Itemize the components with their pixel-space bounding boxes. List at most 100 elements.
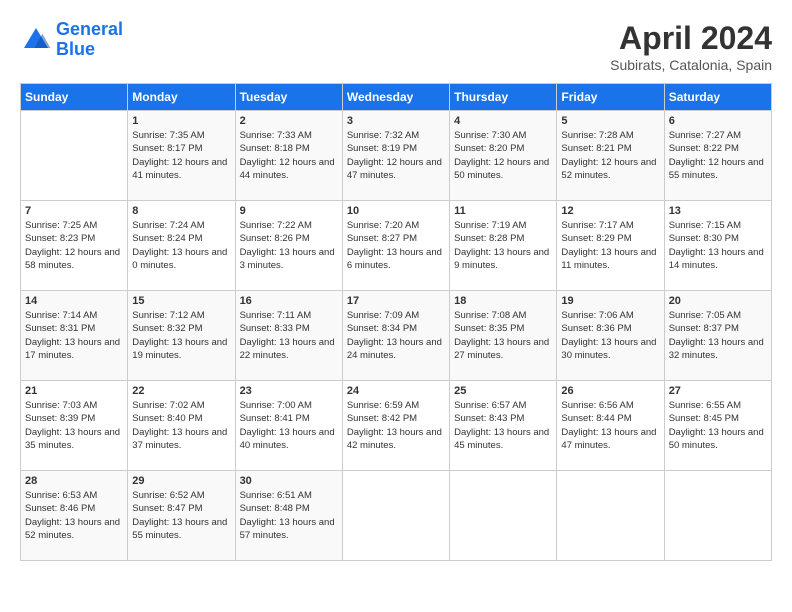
day-number: 2 xyxy=(240,115,338,127)
day-number: 22 xyxy=(132,385,230,397)
day-number: 19 xyxy=(561,295,659,307)
day-info: Sunrise: 6:53 AMSunset: 8:46 PMDaylight:… xyxy=(25,489,123,542)
header-tuesday: Tuesday xyxy=(235,84,342,111)
day-number: 5 xyxy=(561,115,659,127)
day-info: Sunrise: 7:27 AMSunset: 8:22 PMDaylight:… xyxy=(669,129,767,182)
day-info: Sunrise: 6:56 AMSunset: 8:44 PMDaylight:… xyxy=(561,399,659,452)
header-wednesday: Wednesday xyxy=(342,84,449,111)
day-info: Sunrise: 6:57 AMSunset: 8:43 PMDaylight:… xyxy=(454,399,552,452)
calendar-cell: 27 Sunrise: 6:55 AMSunset: 8:45 PMDaylig… xyxy=(664,381,771,471)
day-info: Sunrise: 7:06 AMSunset: 8:36 PMDaylight:… xyxy=(561,309,659,362)
calendar-cell: 4 Sunrise: 7:30 AMSunset: 8:20 PMDayligh… xyxy=(450,111,557,201)
day-number: 14 xyxy=(25,295,123,307)
day-info: Sunrise: 7:30 AMSunset: 8:20 PMDaylight:… xyxy=(454,129,552,182)
logo: General Blue xyxy=(20,20,123,60)
title-block: April 2024 Subirats, Catalonia, Spain xyxy=(610,20,772,73)
calendar-cell: 17 Sunrise: 7:09 AMSunset: 8:34 PMDaylig… xyxy=(342,291,449,381)
day-number: 10 xyxy=(347,205,445,217)
day-number: 3 xyxy=(347,115,445,127)
calendar-week-4: 21 Sunrise: 7:03 AMSunset: 8:39 PMDaylig… xyxy=(21,381,772,471)
location: Subirats, Catalonia, Spain xyxy=(610,57,772,73)
header-friday: Friday xyxy=(557,84,664,111)
calendar-cell: 19 Sunrise: 7:06 AMSunset: 8:36 PMDaylig… xyxy=(557,291,664,381)
day-info: Sunrise: 6:55 AMSunset: 8:45 PMDaylight:… xyxy=(669,399,767,452)
calendar-cell: 23 Sunrise: 7:00 AMSunset: 8:41 PMDaylig… xyxy=(235,381,342,471)
day-info: Sunrise: 7:03 AMSunset: 8:39 PMDaylight:… xyxy=(25,399,123,452)
day-info: Sunrise: 7:00 AMSunset: 8:41 PMDaylight:… xyxy=(240,399,338,452)
calendar-cell xyxy=(664,471,771,561)
day-number: 26 xyxy=(561,385,659,397)
calendar-cell: 5 Sunrise: 7:28 AMSunset: 8:21 PMDayligh… xyxy=(557,111,664,201)
calendar-cell: 26 Sunrise: 6:56 AMSunset: 8:44 PMDaylig… xyxy=(557,381,664,471)
calendar-header-row: SundayMondayTuesdayWednesdayThursdayFrid… xyxy=(21,84,772,111)
day-number: 24 xyxy=(347,385,445,397)
calendar-cell: 22 Sunrise: 7:02 AMSunset: 8:40 PMDaylig… xyxy=(128,381,235,471)
day-number: 21 xyxy=(25,385,123,397)
calendar-cell: 20 Sunrise: 7:05 AMSunset: 8:37 PMDaylig… xyxy=(664,291,771,381)
day-number: 25 xyxy=(454,385,552,397)
calendar-week-5: 28 Sunrise: 6:53 AMSunset: 8:46 PMDaylig… xyxy=(21,471,772,561)
header-saturday: Saturday xyxy=(664,84,771,111)
day-number: 18 xyxy=(454,295,552,307)
day-number: 8 xyxy=(132,205,230,217)
day-info: Sunrise: 7:32 AMSunset: 8:19 PMDaylight:… xyxy=(347,129,445,182)
day-info: Sunrise: 7:17 AMSunset: 8:29 PMDaylight:… xyxy=(561,219,659,272)
calendar-cell: 2 Sunrise: 7:33 AMSunset: 8:18 PMDayligh… xyxy=(235,111,342,201)
day-info: Sunrise: 7:14 AMSunset: 8:31 PMDaylight:… xyxy=(25,309,123,362)
day-info: Sunrise: 7:19 AMSunset: 8:28 PMDaylight:… xyxy=(454,219,552,272)
calendar-cell: 7 Sunrise: 7:25 AMSunset: 8:23 PMDayligh… xyxy=(21,201,128,291)
day-number: 4 xyxy=(454,115,552,127)
day-info: Sunrise: 7:22 AMSunset: 8:26 PMDaylight:… xyxy=(240,219,338,272)
day-info: Sunrise: 7:35 AMSunset: 8:17 PMDaylight:… xyxy=(132,129,230,182)
day-info: Sunrise: 7:02 AMSunset: 8:40 PMDaylight:… xyxy=(132,399,230,452)
calendar-week-2: 7 Sunrise: 7:25 AMSunset: 8:23 PMDayligh… xyxy=(21,201,772,291)
day-number: 9 xyxy=(240,205,338,217)
day-number: 7 xyxy=(25,205,123,217)
day-number: 13 xyxy=(669,205,767,217)
day-number: 29 xyxy=(132,475,230,487)
calendar-cell xyxy=(342,471,449,561)
logo-line1: General xyxy=(56,19,123,39)
day-number: 15 xyxy=(132,295,230,307)
logo-line2: Blue xyxy=(56,40,123,60)
header-sunday: Sunday xyxy=(21,84,128,111)
calendar-cell: 1 Sunrise: 7:35 AMSunset: 8:17 PMDayligh… xyxy=(128,111,235,201)
calendar-cell: 21 Sunrise: 7:03 AMSunset: 8:39 PMDaylig… xyxy=(21,381,128,471)
calendar-cell: 9 Sunrise: 7:22 AMSunset: 8:26 PMDayligh… xyxy=(235,201,342,291)
day-info: Sunrise: 7:12 AMSunset: 8:32 PMDaylight:… xyxy=(132,309,230,362)
day-info: Sunrise: 7:25 AMSunset: 8:23 PMDaylight:… xyxy=(25,219,123,272)
day-number: 17 xyxy=(347,295,445,307)
calendar-cell: 8 Sunrise: 7:24 AMSunset: 8:24 PMDayligh… xyxy=(128,201,235,291)
calendar-cell: 3 Sunrise: 7:32 AMSunset: 8:19 PMDayligh… xyxy=(342,111,449,201)
day-number: 20 xyxy=(669,295,767,307)
day-number: 27 xyxy=(669,385,767,397)
calendar-cell: 18 Sunrise: 7:08 AMSunset: 8:35 PMDaylig… xyxy=(450,291,557,381)
calendar-cell: 29 Sunrise: 6:52 AMSunset: 8:47 PMDaylig… xyxy=(128,471,235,561)
calendar-cell: 25 Sunrise: 6:57 AMSunset: 8:43 PMDaylig… xyxy=(450,381,557,471)
calendar-cell xyxy=(450,471,557,561)
day-info: Sunrise: 7:15 AMSunset: 8:30 PMDaylight:… xyxy=(669,219,767,272)
day-info: Sunrise: 7:20 AMSunset: 8:27 PMDaylight:… xyxy=(347,219,445,272)
page-header: General Blue April 2024 Subirats, Catalo… xyxy=(20,20,772,73)
day-info: Sunrise: 7:11 AMSunset: 8:33 PMDaylight:… xyxy=(240,309,338,362)
calendar-cell: 16 Sunrise: 7:11 AMSunset: 8:33 PMDaylig… xyxy=(235,291,342,381)
day-number: 6 xyxy=(669,115,767,127)
day-number: 11 xyxy=(454,205,552,217)
day-info: Sunrise: 7:05 AMSunset: 8:37 PMDaylight:… xyxy=(669,309,767,362)
calendar-cell xyxy=(557,471,664,561)
calendar-cell: 14 Sunrise: 7:14 AMSunset: 8:31 PMDaylig… xyxy=(21,291,128,381)
day-number: 1 xyxy=(132,115,230,127)
calendar-cell: 10 Sunrise: 7:20 AMSunset: 8:27 PMDaylig… xyxy=(342,201,449,291)
header-thursday: Thursday xyxy=(450,84,557,111)
calendar-cell: 15 Sunrise: 7:12 AMSunset: 8:32 PMDaylig… xyxy=(128,291,235,381)
calendar-week-1: 1 Sunrise: 7:35 AMSunset: 8:17 PMDayligh… xyxy=(21,111,772,201)
day-info: Sunrise: 6:52 AMSunset: 8:47 PMDaylight:… xyxy=(132,489,230,542)
day-number: 16 xyxy=(240,295,338,307)
logo-icon xyxy=(20,24,52,56)
day-number: 12 xyxy=(561,205,659,217)
day-info: Sunrise: 7:09 AMSunset: 8:34 PMDaylight:… xyxy=(347,309,445,362)
calendar-table: SundayMondayTuesdayWednesdayThursdayFrid… xyxy=(20,83,772,561)
day-number: 30 xyxy=(240,475,338,487)
month-title: April 2024 xyxy=(610,20,772,57)
day-info: Sunrise: 7:24 AMSunset: 8:24 PMDaylight:… xyxy=(132,219,230,272)
